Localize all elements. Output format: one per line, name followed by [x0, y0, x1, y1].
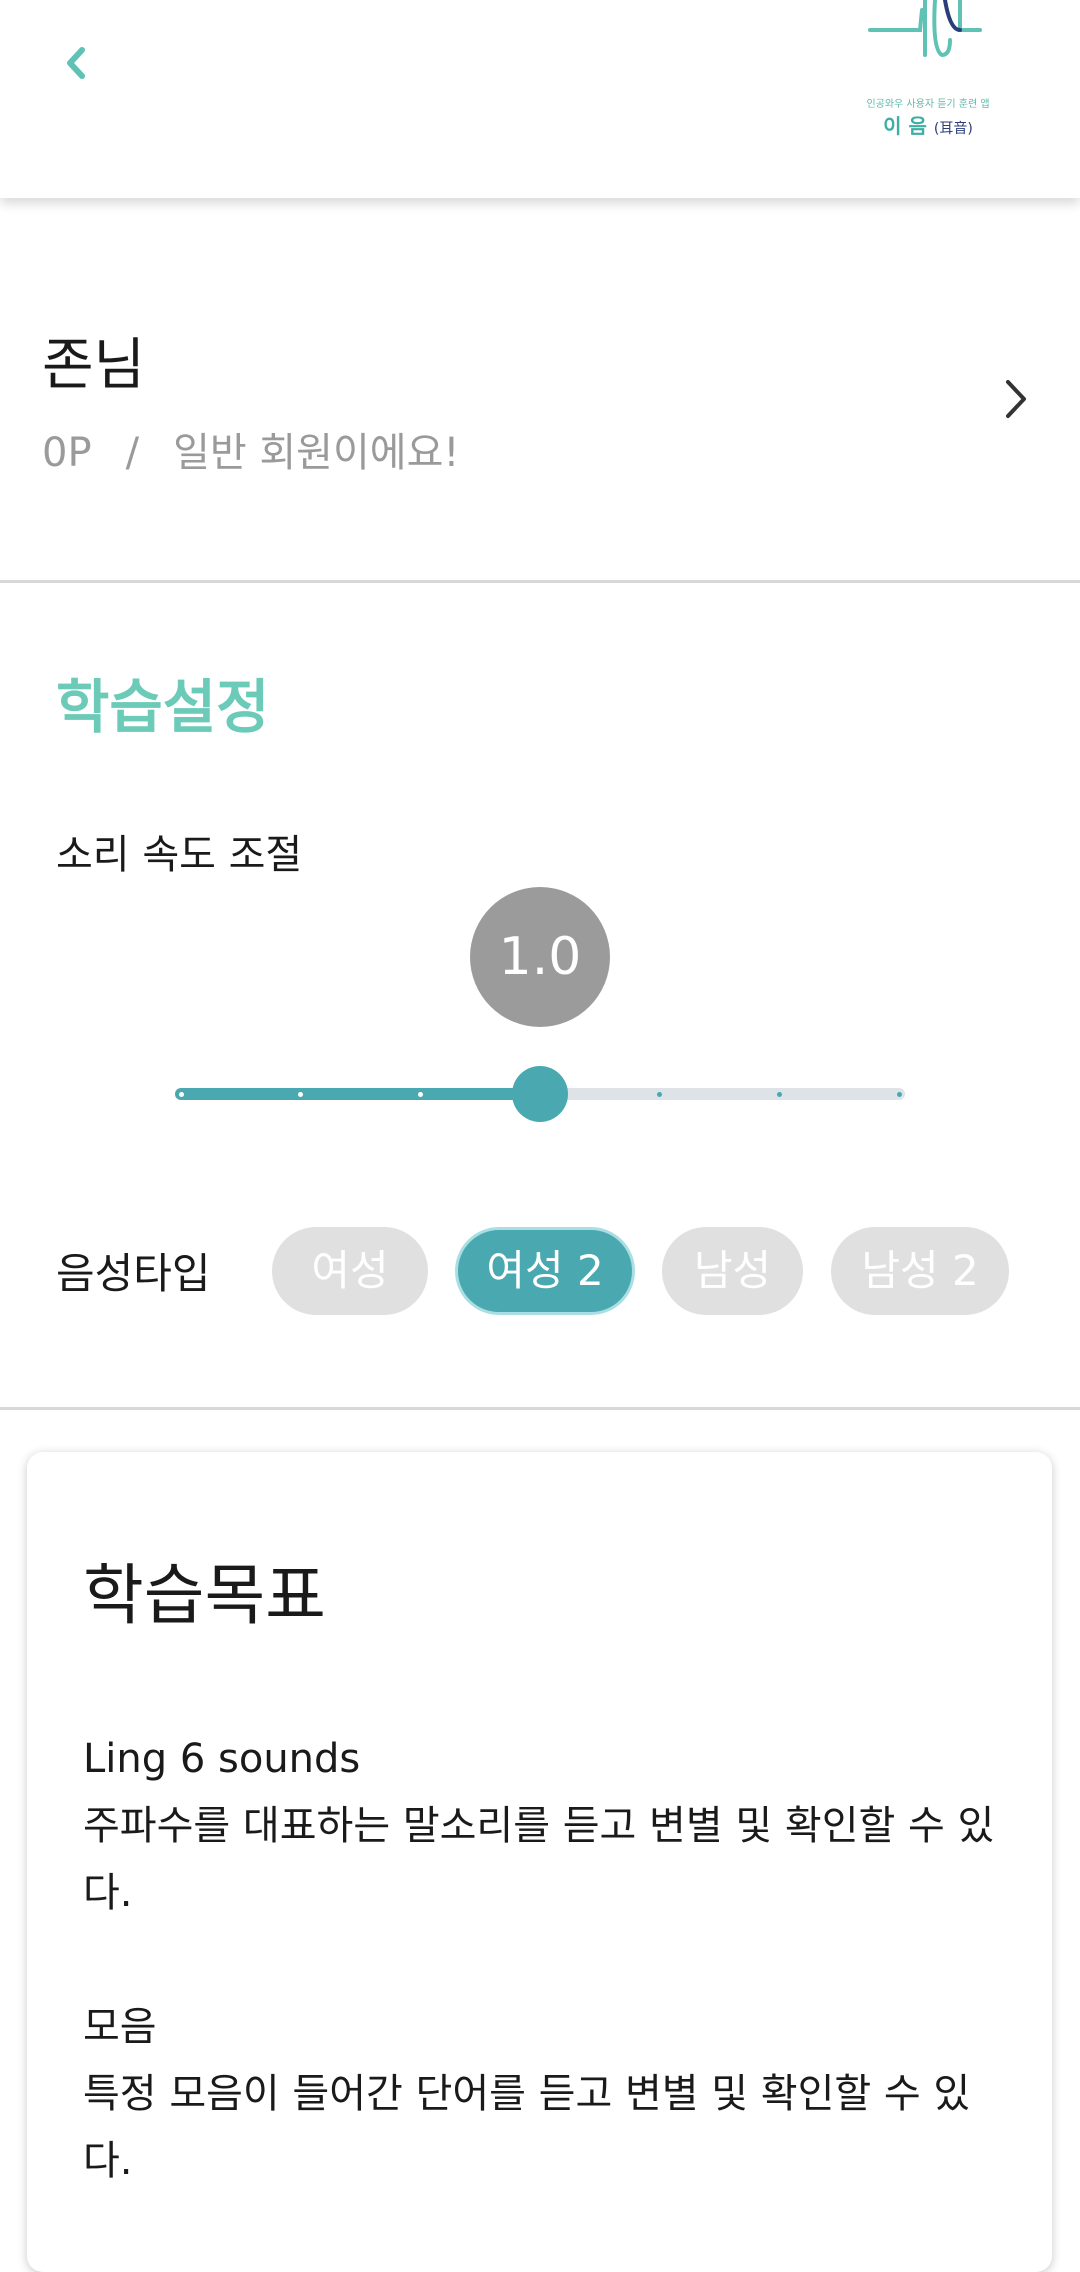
goals-list: Ling 6 sounds 주파수를 대표하는 말소리를 듣고 변별 및 확인할… [83, 1726, 1013, 2262]
goal-text: 특정 모음이 들어간 단어를 듣고 변별 및 확인할 수 있다. [83, 2071, 971, 2184]
speed-value-bubble: 1.0 [470, 887, 610, 1027]
settings-title: 학습설정 [56, 673, 270, 741]
logo-hanja: (耳音) [933, 121, 973, 137]
separator: / [125, 430, 140, 476]
speed-label: 소리 속도 조절 [56, 832, 303, 878]
logo-name: 이 음 (耳音) [858, 110, 998, 139]
slider-step-dot [417, 1092, 423, 1097]
voice-option-female[interactable]: 여성 [272, 1227, 428, 1315]
voice-option-female-2[interactable]: 여성 2 [455, 1227, 635, 1315]
speed-slider-thumb[interactable] [512, 1066, 568, 1122]
profile-row[interactable]: 존님 0P / 일반 회원이에요! [0, 198, 1080, 582]
goal-text: 주파수를 대표하는 말소리를 듣고 변별 및 확인할 수 있다. [83, 1803, 995, 1916]
membership-status: 일반 회원이에요! [173, 430, 460, 476]
slider-step-dot [776, 1092, 782, 1097]
user-points: 0P [42, 430, 92, 476]
slider-step-dot [657, 1092, 663, 1097]
goal-heading: 모음 [83, 2004, 157, 2050]
slider-step-dot [896, 1092, 902, 1097]
divider [0, 1407, 1080, 1410]
goal-item: 모음 특정 모음이 들어간 단어를 듣고 변별 및 확인할 수 있다. [83, 1994, 1013, 2195]
slider-step-dot [178, 1092, 184, 1097]
app-header: 인공와우 사용자 듣기 훈련 앱 이 음 (耳音) [0, 0, 1080, 198]
user-name: 존님 [42, 333, 146, 398]
chevron-left-icon [67, 47, 85, 79]
voice-type-label: 음성타입 [56, 1249, 211, 1298]
logo-subtitle: 인공와우 사용자 듣기 훈련 앱 [866, 99, 990, 110]
goal-item: Ling 6 sounds 주파수를 대표하는 말소리를 듣고 변별 및 확인할… [83, 1726, 1013, 1927]
goal-heading: Ling 6 sounds [83, 1736, 361, 1782]
learning-goals-card: 학습목표 Ling 6 sounds 주파수를 대표하는 말소리를 듣고 변별 … [27, 1452, 1052, 2272]
back-button[interactable] [40, 30, 110, 100]
chevron-right-icon [1006, 380, 1026, 418]
speed-slider-fill [175, 1088, 546, 1100]
divider [0, 580, 1080, 583]
voice-option-male[interactable]: 남성 [662, 1227, 803, 1315]
voice-option-male-2[interactable]: 남성 2 [831, 1227, 1009, 1315]
profile-summary: 0P / 일반 회원이에요! [42, 420, 459, 478]
goals-title: 학습목표 [83, 1557, 326, 1634]
logo-name-text: 이 음 [883, 114, 927, 138]
